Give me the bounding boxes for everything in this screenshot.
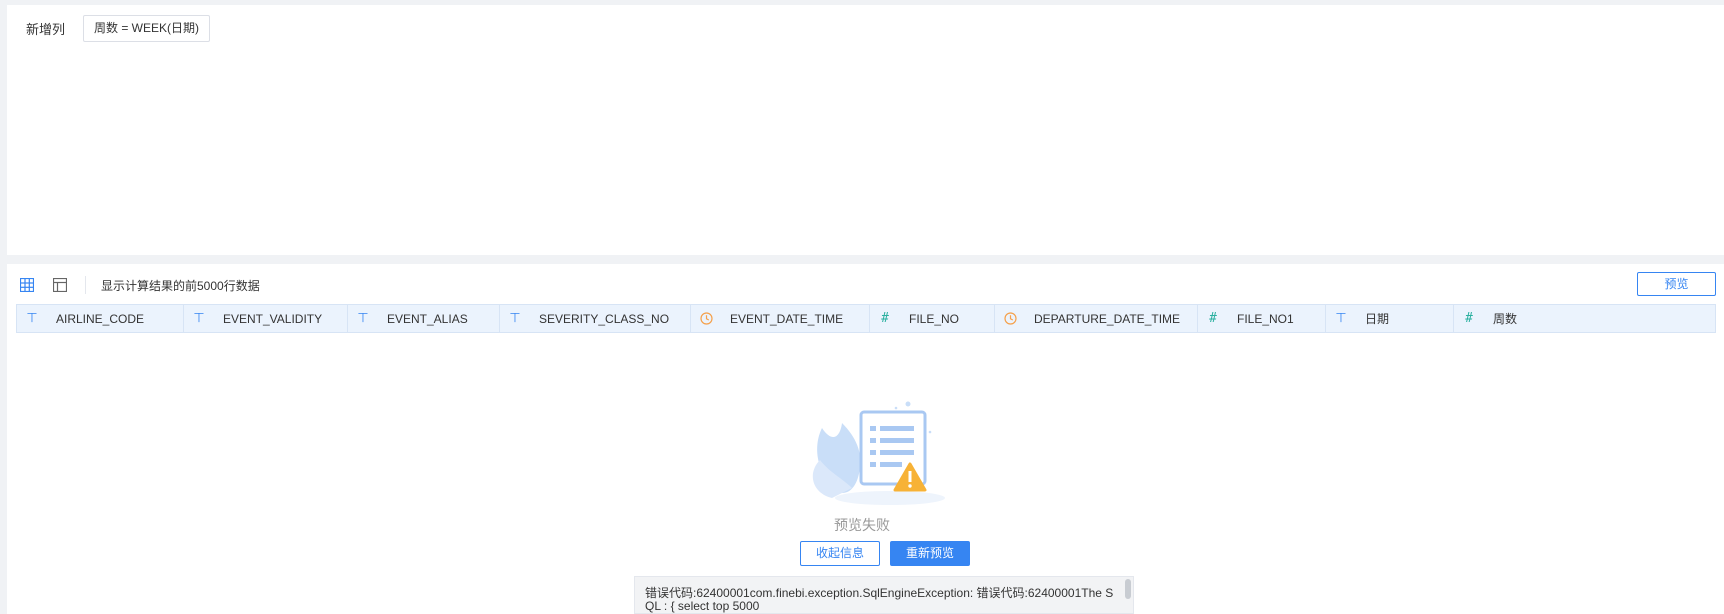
formula-tag[interactable]: 周数 = WEEK(日期) xyxy=(83,15,211,42)
clock-icon xyxy=(699,312,713,326)
column-header-label: EVENT_ALIAS xyxy=(387,311,468,326)
text-type-icon: ⊤ xyxy=(193,311,205,326)
column-header[interactable]: EVENT_DATE_TIME xyxy=(691,305,870,332)
column-header-label: SEVERITY_CLASS_NO xyxy=(539,311,670,326)
collapse-info-button[interactable]: 收起信息 xyxy=(800,541,880,566)
column-header-label: FILE_NO xyxy=(909,311,960,326)
column-header[interactable]: ⊤ 日期 xyxy=(1326,305,1454,332)
column-header-label: AIRLINE_CODE xyxy=(56,311,145,326)
number-type-icon: # xyxy=(1465,311,1473,326)
preview-failed-illustration xyxy=(812,401,945,505)
column-header-label: 周数 xyxy=(1493,312,1518,326)
column-header[interactable]: # 周数 xyxy=(1454,305,1715,332)
column-header[interactable]: # FILE_NO1 xyxy=(1198,305,1326,332)
retry-preview-button[interactable]: 重新预览 xyxy=(890,541,970,566)
column-header[interactable]: ⊤ AIRLINE_CODE xyxy=(17,305,184,332)
grid-view-icon[interactable] xyxy=(18,276,36,294)
row-limit-note: 显示计算结果的前5000行数据 xyxy=(101,279,260,293)
column-header[interactable]: ⊤ EVENT_VALIDITY xyxy=(184,305,348,332)
column-header-label: EVENT_DATE_TIME xyxy=(730,311,844,326)
column-header[interactable]: DEPARTURE_DATE_TIME xyxy=(995,305,1198,332)
toolbar-divider xyxy=(85,276,86,294)
text-type-icon: ⊤ xyxy=(1335,311,1347,326)
text-type-icon: ⊤ xyxy=(509,311,521,326)
column-header-label: DEPARTURE_DATE_TIME xyxy=(1034,311,1181,326)
layout-view-icon[interactable] xyxy=(51,276,69,294)
text-type-icon: ⊤ xyxy=(26,311,38,326)
column-header[interactable]: # FILE_NO xyxy=(870,305,995,332)
preview-button[interactable]: 预览 xyxy=(1637,272,1716,296)
column-header[interactable]: ⊤ EVENT_ALIAS xyxy=(348,305,500,332)
column-header-label: FILE_NO1 xyxy=(1237,311,1294,326)
column-header-label: 日期 xyxy=(1365,312,1390,326)
number-type-icon: # xyxy=(1209,311,1217,326)
clock-icon xyxy=(1003,312,1017,326)
preview-failed-text: 预览失败 xyxy=(834,517,890,533)
error-message-box: 错误代码:62400001com.finebi.exception.SqlEng… xyxy=(634,576,1134,614)
column-header-label: EVENT_VALIDITY xyxy=(223,311,323,326)
add-column-panel: 新增列 周数 = WEEK(日期) xyxy=(7,5,1724,255)
text-type-icon: ⊤ xyxy=(357,311,369,326)
column-header[interactable]: ⊤ SEVERITY_CLASS_NO xyxy=(500,305,691,332)
error-scrollbar[interactable] xyxy=(1125,579,1131,599)
error-message-line: QL : { select top 5000 xyxy=(645,599,760,613)
add-column-label: 新增列 xyxy=(26,22,66,37)
table-header: ⊤ AIRLINE_CODE ⊤ EVENT_VALIDITY ⊤ EVENT_… xyxy=(16,304,1716,333)
number-type-icon: # xyxy=(881,311,889,326)
